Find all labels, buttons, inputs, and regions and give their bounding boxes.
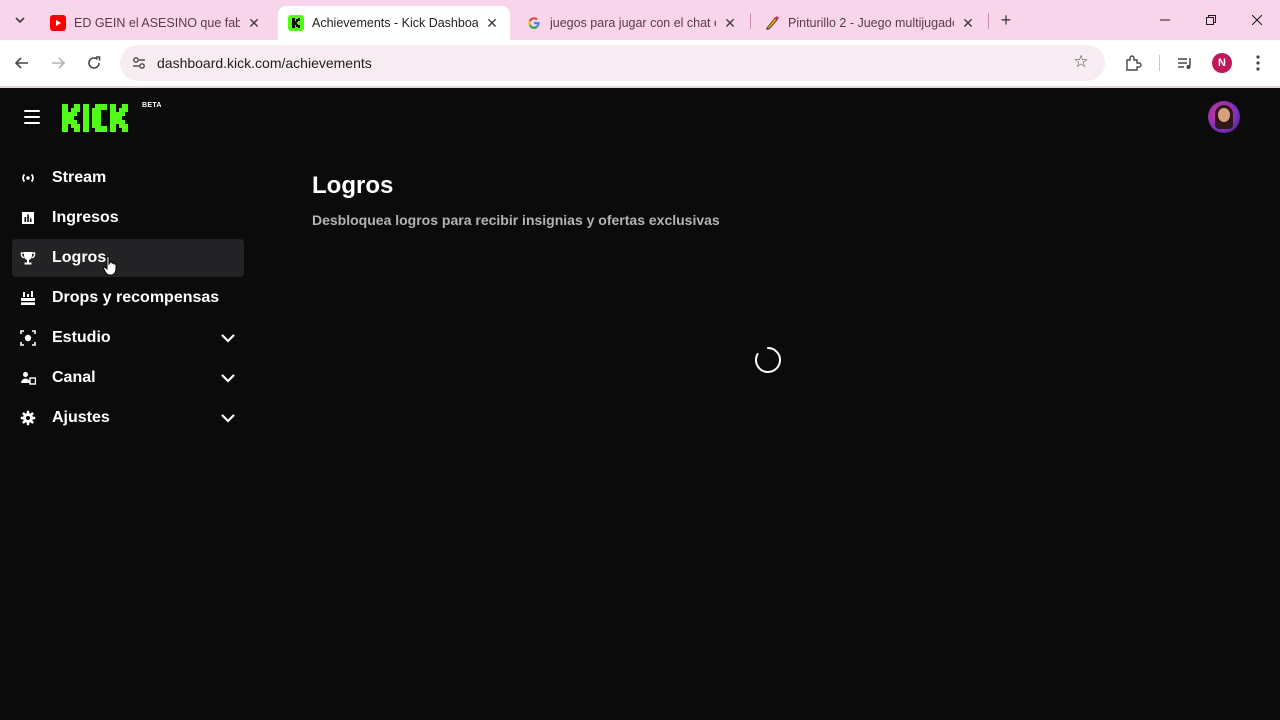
tab-google-search[interactable]: juegos para jugar con el chat e ✕ (516, 6, 748, 40)
sidebar-item-estudio[interactable]: Estudio (12, 319, 244, 357)
tab-close-icon[interactable]: ✕ (484, 15, 500, 31)
page-title: Logros (312, 172, 394, 199)
browser-tab-bar: ED GEIN el ASESINO que fabric ✕ Achievem… (0, 0, 1280, 40)
minimize-button[interactable] (1142, 0, 1188, 40)
tab-separator (750, 13, 751, 29)
sidebar-item-drops[interactable]: Drops y recompensas (12, 279, 244, 317)
tab-search-icon[interactable] (8, 8, 32, 32)
pinturillo-icon (764, 15, 780, 31)
gift-icon (20, 290, 36, 306)
restore-button[interactable] (1188, 0, 1234, 40)
extensions-icon[interactable] (1122, 52, 1144, 74)
sidebar-item-ajustes[interactable]: Ajustes (12, 399, 244, 437)
site-settings-icon[interactable] (130, 54, 148, 72)
broadcast-icon (20, 170, 36, 186)
sidebar-item-ingresos[interactable]: Ingresos (12, 199, 244, 237)
tab-close-icon[interactable]: ✕ (246, 15, 262, 31)
chevron-down-icon[interactable] (220, 330, 236, 346)
chevron-down-icon[interactable] (220, 410, 236, 426)
chevron-down-icon[interactable] (220, 370, 236, 386)
forward-button[interactable] (46, 51, 70, 75)
tab-close-icon[interactable]: ✕ (960, 15, 976, 31)
sidebar-item-label: Estudio (52, 329, 111, 346)
kick-icon (288, 15, 304, 31)
tab-kick-dashboard[interactable]: Achievements - Kick Dashboard ✕ (278, 6, 510, 40)
close-window-button[interactable] (1234, 0, 1280, 40)
new-tab-button[interactable]: + (996, 10, 1016, 30)
browser-toolbar: dashboard.kick.com/achievements ☆ (0, 40, 1280, 86)
trophy-icon (20, 250, 36, 266)
sidebar-item-label: Canal (52, 369, 96, 386)
reload-button[interactable] (82, 51, 106, 75)
studio-icon (20, 330, 36, 346)
tab-title: Achievements - Kick Dashboard (312, 16, 478, 30)
bar-chart-icon (20, 210, 36, 226)
mouse-pointer-icon (103, 255, 117, 276)
dashboard-sidebar: Stream Ingresos Logros Drops y recompens… (12, 159, 244, 439)
sidebar-item-canal[interactable]: Canal (12, 359, 244, 397)
tab-title: juegos para jugar con el chat e (550, 16, 716, 30)
google-icon (526, 15, 542, 31)
sidebar-item-label: Ingresos (52, 209, 119, 226)
kick-logo-mark (62, 104, 128, 132)
channel-icon (20, 370, 36, 386)
address-bar[interactable]: dashboard.kick.com/achievements ☆ (120, 45, 1105, 81)
bookmark-star-icon[interactable]: ☆ (1071, 52, 1091, 72)
beta-badge: BETA (142, 102, 162, 109)
sidebar-item-label: Logros (52, 249, 107, 266)
tab-title: Pinturillo 2 - Juego multijugado (788, 16, 954, 30)
sidebar-item-label: Drops y recompensas (52, 289, 220, 306)
tab-pinturillo[interactable]: Pinturillo 2 - Juego multijugado ✕ (754, 6, 986, 40)
sidebar-item-stream[interactable]: Stream (12, 159, 244, 197)
youtube-icon (50, 15, 66, 31)
page-subtitle: Desbloquea logros para recibir insignias… (312, 212, 720, 228)
loading-spinner-icon (754, 346, 782, 374)
browser-profile-avatar[interactable]: N (1212, 53, 1232, 73)
user-avatar[interactable] (1208, 101, 1240, 133)
tab-title: ED GEIN el ASESINO que fabric (74, 16, 240, 30)
kick-logo[interactable]: BETA (62, 102, 161, 137)
tab-youtube[interactable]: ED GEIN el ASESINO que fabric ✕ (40, 6, 272, 40)
media-control-icon[interactable] (1174, 52, 1196, 74)
sidebar-item-label: Ajustes (52, 409, 110, 426)
tab-separator (988, 13, 989, 29)
sidebar-item-logros[interactable]: Logros (12, 239, 244, 277)
toolbar-divider (1159, 55, 1160, 71)
back-button[interactable] (10, 51, 34, 75)
kick-dashboard-page: BETA Stream Ingresos Logros Drops y reco… (0, 88, 1280, 720)
browser-menu-icon[interactable] (1247, 52, 1269, 74)
tab-close-icon[interactable]: ✕ (722, 15, 738, 31)
gear-icon (20, 410, 36, 426)
url-text: dashboard.kick.com/achievements (157, 55, 372, 71)
sidebar-item-label: Stream (52, 169, 107, 186)
hamburger-menu-icon[interactable] (24, 110, 40, 124)
